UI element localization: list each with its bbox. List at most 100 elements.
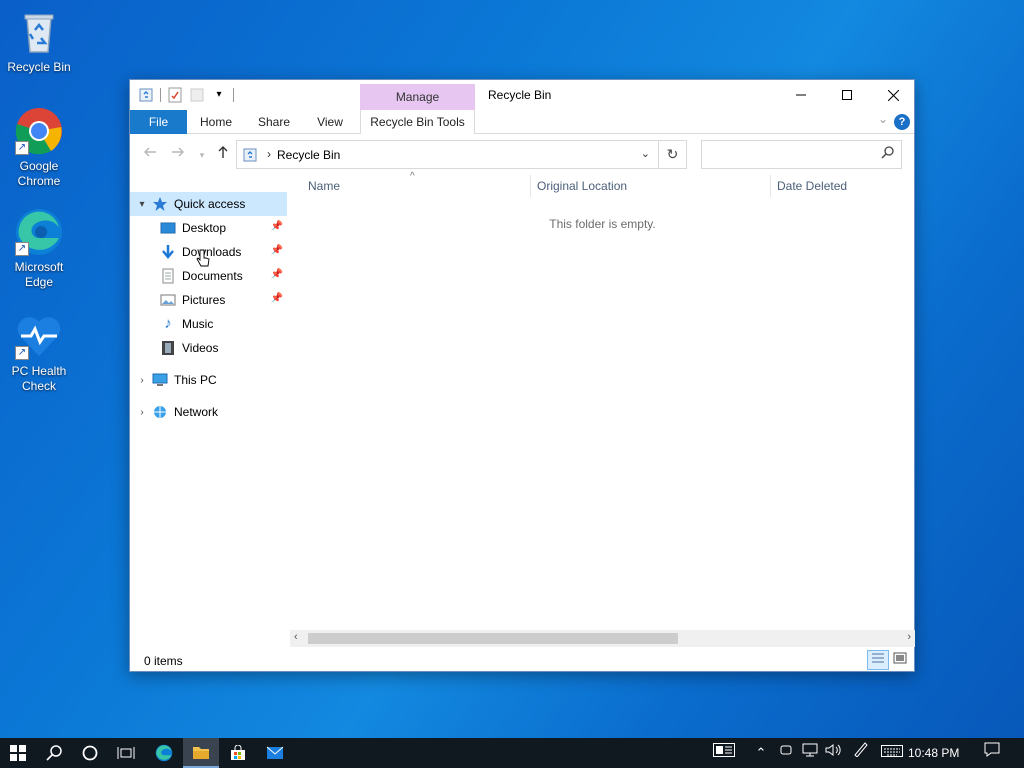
search-input[interactable]: [701, 140, 902, 169]
sidebar-item-label: Quick access: [174, 197, 246, 211]
expand-ribbon-chevron-icon[interactable]: ⌄: [878, 112, 888, 126]
pin-icon: 📌: [270, 245, 283, 256]
tab-file[interactable]: File: [130, 110, 187, 134]
recycle-bin-icon[interactable]: [138, 87, 154, 103]
taskbar: ⌃ 10:48 PM: [0, 738, 1024, 768]
scroll-right-arrow-icon[interactable]: ›: [907, 631, 911, 643]
taskbar-clock[interactable]: 10:48 PM: [908, 738, 959, 768]
tab-view[interactable]: View: [306, 110, 354, 134]
taskbar-mail-button[interactable]: [257, 738, 293, 768]
horizontal-scrollbar[interactable]: ‹ ›: [290, 630, 915, 647]
window-title: Recycle Bin: [488, 88, 552, 102]
sidebar-item-videos[interactable]: Videos: [130, 336, 287, 360]
desktop-icon-google-chrome[interactable]: ↗ Google Chrome: [4, 107, 74, 189]
minimize-button[interactable]: [778, 80, 824, 110]
recent-locations-chevron-icon[interactable]: ▾: [192, 145, 212, 165]
pictures-icon: [160, 292, 176, 308]
new-folder-icon[interactable]: [189, 87, 205, 103]
pen-workspace-icon[interactable]: [850, 738, 872, 768]
status-bar: 0 items: [130, 650, 914, 672]
task-view-icon: [117, 747, 135, 759]
sidebar-item-label: Network: [174, 405, 219, 419]
collapsed-chevron-icon[interactable]: ›: [136, 375, 148, 386]
large-icons-view-icon: [893, 652, 907, 664]
properties-icon[interactable]: [167, 87, 183, 103]
network-status-icon[interactable]: [800, 738, 820, 768]
tab-recycle-bin-tools[interactable]: Recycle Bin Tools: [360, 110, 475, 134]
title-bar[interactable]: ▾ Manage Recycle Bin: [130, 80, 914, 110]
meet-now-icon[interactable]: [776, 738, 796, 768]
breadcrumb-chevron-icon[interactable]: ›: [267, 147, 271, 161]
music-note-icon: ♪: [164, 315, 172, 332]
refresh-icon: ↻: [666, 146, 679, 162]
large-icons-view-button[interactable]: [889, 650, 911, 670]
details-view-button[interactable]: [867, 650, 889, 670]
collapsed-chevron-icon[interactable]: ›: [136, 407, 148, 418]
sidebar-item-music[interactable]: ♪ Music: [130, 312, 287, 336]
sidebar-item-pictures[interactable]: Pictures 📌: [130, 288, 287, 312]
recycle-bin-icon: [242, 147, 258, 163]
mail-icon: [266, 746, 284, 759]
taskbar-store-button[interactable]: [220, 738, 256, 768]
sidebar-item-label: Desktop: [182, 221, 227, 235]
taskbar-file-explorer-button[interactable]: [183, 738, 219, 768]
edge-icon: ↗: [15, 208, 63, 256]
column-header-name[interactable]: Name: [302, 173, 528, 199]
document-icon: [160, 268, 176, 284]
sidebar-item-label: Music: [182, 317, 214, 331]
shortcut-arrow-icon: ↗: [15, 141, 29, 155]
desktop-icon-label: Recycle Bin: [7, 60, 71, 74]
file-list[interactable]: ^ Name Original Location Date Deleted Th…: [290, 171, 915, 645]
tab-manage[interactable]: Manage: [360, 84, 475, 110]
start-button[interactable]: [0, 738, 36, 768]
search-icon: [46, 745, 62, 761]
store-icon: [231, 745, 245, 760]
show-hidden-icons-chevron-icon[interactable]: ⌃: [752, 738, 770, 768]
toolbar-separator: [233, 88, 234, 102]
search-button[interactable]: [36, 738, 72, 768]
sidebar-item-network[interactable]: › Network: [130, 400, 287, 424]
up-button[interactable]: [213, 145, 233, 165]
scrollbar-thumb[interactable]: [308, 633, 678, 644]
item-count: 0 items: [144, 654, 183, 668]
customize-toolbar-chevron-icon[interactable]: ▾: [211, 87, 227, 103]
column-header-date-deleted[interactable]: Date Deleted: [771, 173, 911, 199]
cortana-button[interactable]: [72, 738, 108, 768]
file-explorer-icon: [193, 747, 209, 759]
expanded-chevron-icon[interactable]: ▾: [136, 199, 148, 210]
download-arrow-icon: [160, 244, 176, 260]
tab-home[interactable]: Home: [192, 110, 240, 134]
sidebar-item-label: Documents: [182, 269, 243, 283]
breadcrumb-recycle-bin[interactable]: Recycle Bin: [277, 148, 340, 162]
touch-keyboard-icon[interactable]: [878, 738, 906, 768]
tab-share[interactable]: Share: [250, 110, 298, 134]
scroll-left-arrow-icon[interactable]: ‹: [294, 631, 298, 643]
pin-icon: 📌: [270, 221, 283, 232]
forward-button[interactable]: [168, 145, 188, 165]
refresh-button[interactable]: ↻: [658, 140, 687, 169]
address-dropdown-chevron-icon[interactable]: ⌄: [641, 147, 650, 160]
sidebar-item-label: This PC: [174, 373, 217, 387]
volume-icon[interactable]: [822, 738, 844, 768]
address-bar[interactable]: › Recycle Bin ⌄: [236, 140, 687, 169]
forward-arrow-icon: [172, 147, 184, 157]
action-center-icon[interactable]: [980, 738, 1004, 768]
search-icon: [881, 146, 894, 162]
sidebar-item-desktop[interactable]: Desktop 📌: [130, 216, 287, 240]
desktop-icon-microsoft-edge[interactable]: ↗ Microsoft Edge: [4, 208, 74, 290]
help-button[interactable]: ?: [894, 114, 910, 130]
sidebar-item-quick-access[interactable]: ▾ Quick access: [130, 192, 287, 216]
taskbar-edge-button[interactable]: [146, 738, 182, 768]
maximize-button[interactable]: [824, 80, 870, 110]
desktop-icon-pc-health-check[interactable]: ↗ PC Health Check: [4, 312, 74, 394]
toolbar-separator: [160, 88, 161, 102]
desktop-icon-recycle-bin[interactable]: Recycle Bin: [4, 8, 74, 75]
column-header-original-location[interactable]: Original Location: [531, 173, 769, 199]
close-button[interactable]: [870, 80, 916, 110]
sidebar-item-this-pc[interactable]: › This PC: [130, 368, 287, 392]
news-widget-icon[interactable]: [708, 738, 740, 768]
back-button[interactable]: [140, 145, 160, 165]
desktop-icon-label: Google Chrome: [17, 159, 61, 188]
film-strip-icon: [160, 340, 176, 356]
task-view-button[interactable]: [108, 738, 144, 768]
